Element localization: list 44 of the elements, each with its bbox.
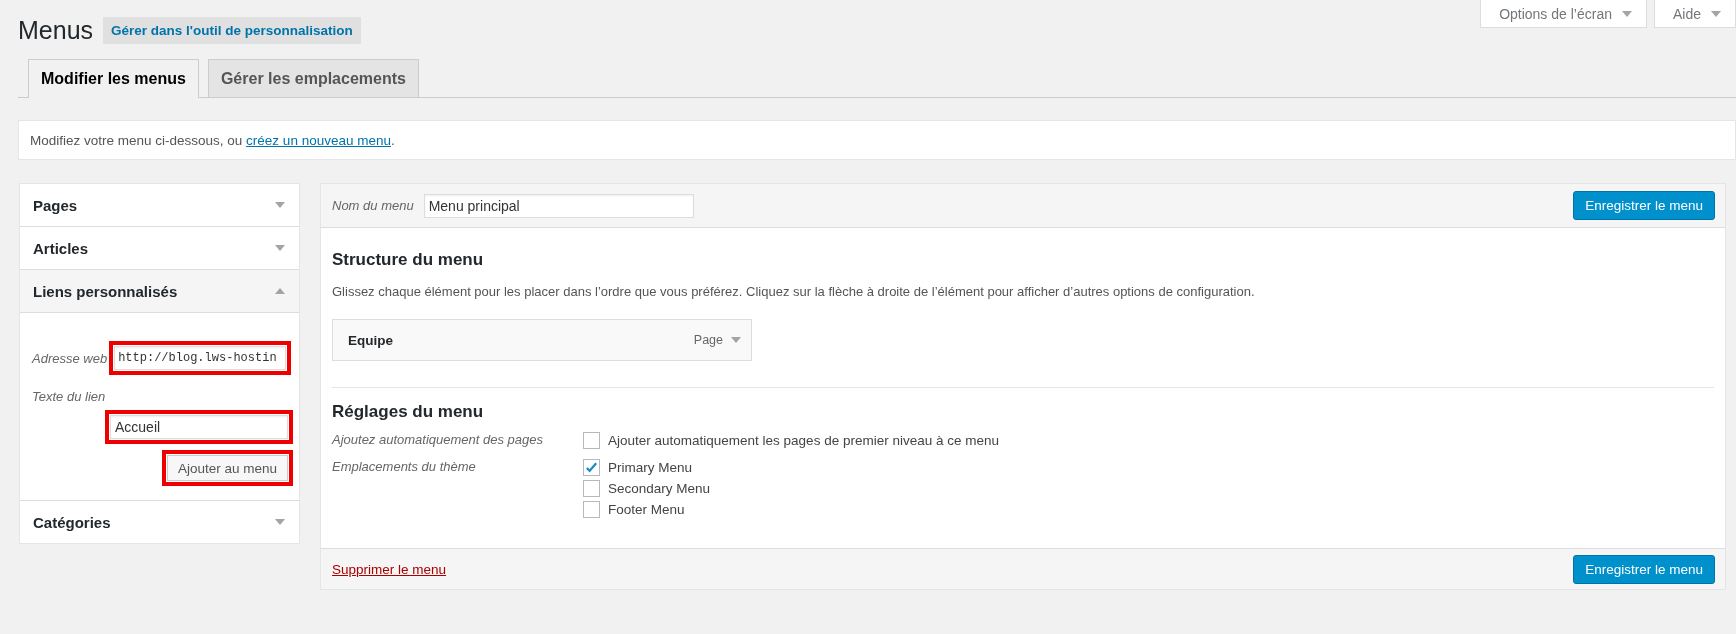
caret-icon	[275, 245, 285, 251]
url-field[interactable]: http://blog.lws-hostin	[114, 346, 287, 370]
checkbox-label: Ajouter automatiquement les pages de premier niveau à ce menu	[608, 433, 999, 448]
save-menu-button[interactable]: Enregistrer le menu	[1573, 554, 1715, 584]
field-label: Texte du lien	[32, 389, 107, 404]
create-menu-link[interactable]: créez un nouveau menu	[246, 132, 391, 148]
section-heading: Structure du menu	[332, 250, 485, 270]
customizer-link[interactable]: Gérer dans l'outil de personnalisation	[103, 17, 361, 44]
setting-label: Emplacements du thème	[332, 459, 477, 476]
field-label: Adresse web	[32, 350, 108, 366]
screen-meta-button[interactable]: Aide	[1653, 0, 1736, 28]
caret-icon	[1711, 10, 1721, 17]
save-menu-button[interactable]: Enregistrer le menu	[1573, 191, 1715, 220]
menu-item-type: Page	[693, 333, 723, 347]
checkbox-label: Primary Menu	[608, 460, 693, 475]
caret-icon	[275, 288, 285, 294]
add-to-menu-button[interactable]: Ajouter au menu	[166, 455, 288, 481]
section-heading: Réglages du menu	[332, 402, 485, 422]
checkbox-label: Footer Menu	[608, 502, 685, 517]
caret-icon	[275, 202, 285, 208]
nav-tab[interactable]: Gérer les emplacements	[207, 59, 419, 97]
accordion-header[interactable]: Liens personnalisés	[20, 270, 299, 313]
accordion-header[interactable]: Pages	[20, 184, 299, 227]
checkbox[interactable]	[583, 459, 600, 476]
caret-icon	[275, 519, 285, 525]
nav-tab[interactable]: Modifier les menus	[28, 59, 199, 98]
field-label: Nom du menu	[332, 198, 414, 213]
page-title: Menus	[18, 16, 94, 45]
link-text-field[interactable]: Accueil	[110, 415, 288, 439]
menu-item[interactable]: Equipe Page	[332, 319, 752, 361]
delete-menu-link[interactable]: Supprimer le menu	[332, 561, 447, 577]
instructions-text: Glissez chaque élément pour les placer dans l’ordre que vous préférez. Cliquez sur la flèche à droite de l’élément pour afficher d’autres options de configuration.	[332, 284, 1256, 299]
menu-item-title: Equipe	[348, 332, 393, 348]
checkbox[interactable]	[583, 480, 600, 497]
screen-meta-button[interactable]: Options de l’écran	[1480, 0, 1647, 28]
caret-icon	[731, 337, 741, 343]
menu-name-field[interactable]: Menu principal	[423, 193, 694, 218]
notice-text: Modifiez votre menu ci-dessous, ou créez un nouveau menu.	[18, 120, 1736, 160]
checkbox[interactable]	[583, 501, 600, 518]
setting-label: Ajoutez automatiquement des pages	[332, 432, 545, 449]
checkbox[interactable]	[583, 432, 600, 449]
accordion-header[interactable]: Catégories	[20, 501, 299, 543]
checkbox-label: Secondary Menu	[608, 481, 711, 496]
caret-icon	[1621, 10, 1632, 17]
